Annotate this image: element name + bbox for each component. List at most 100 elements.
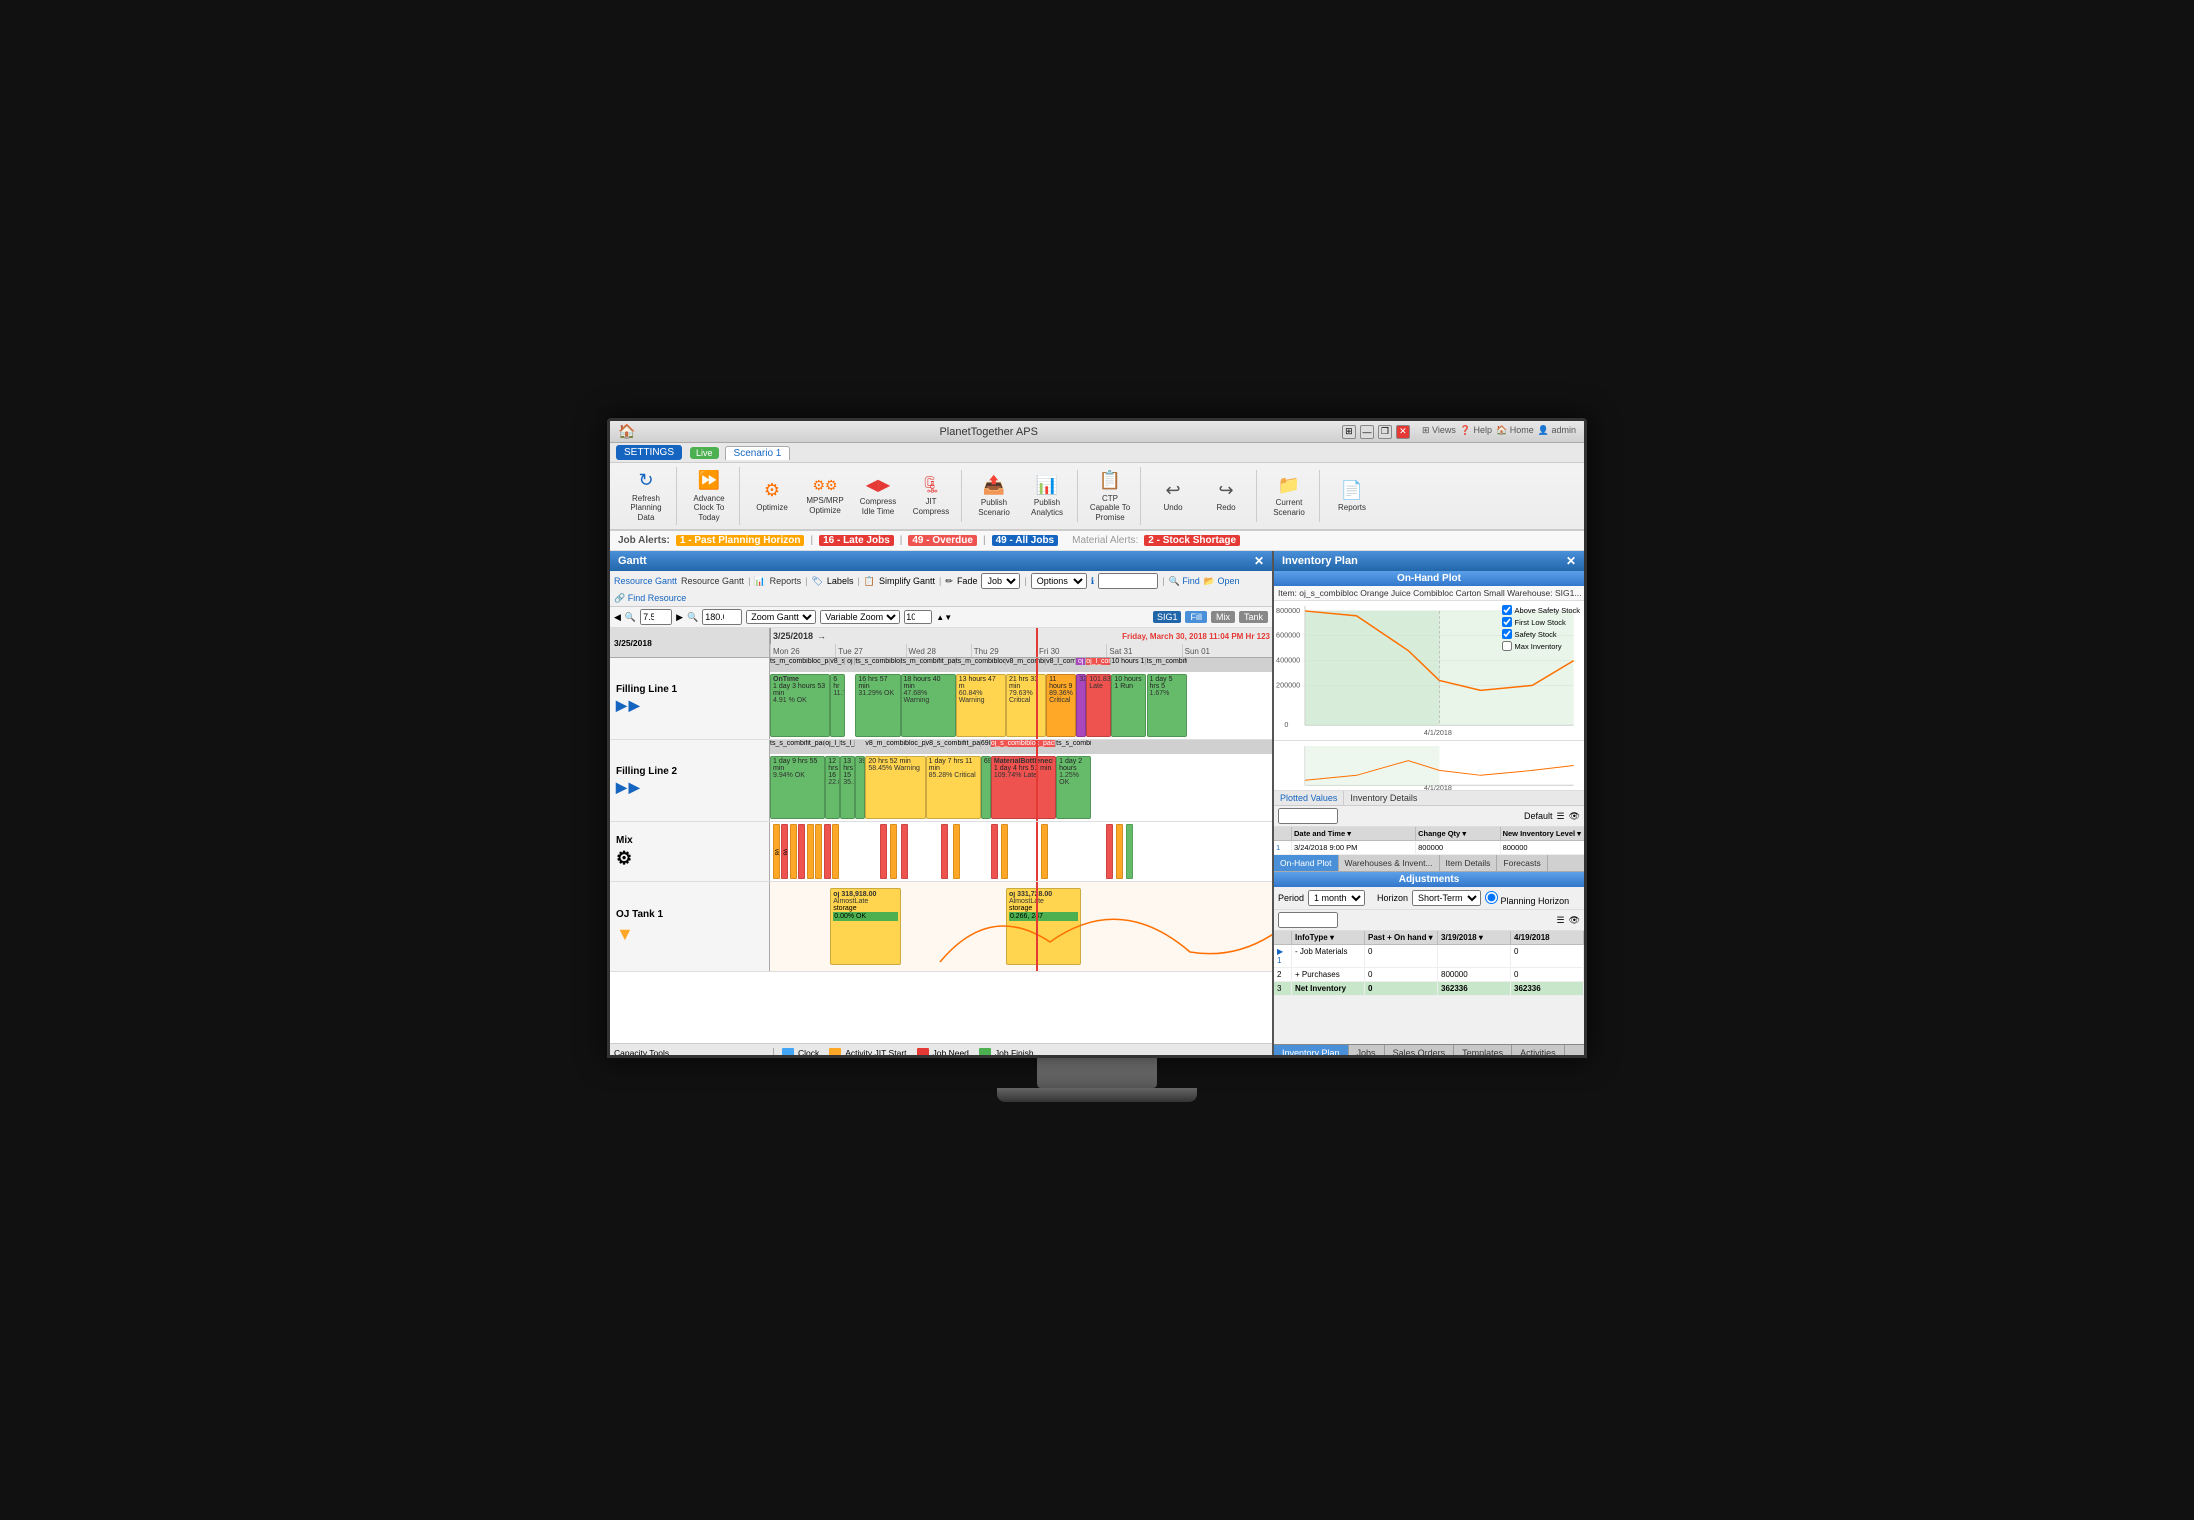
table-row[interactable]: 3 Net Inventory 0 362336 362336 — [1274, 982, 1584, 996]
above-safety-checkbox[interactable] — [1502, 605, 1512, 615]
onhand-grid-row[interactable]: 1 3/24/2018 9:00 PM 800000 800000 — [1274, 841, 1584, 855]
mps-mrp-button[interactable]: ⚙⚙ MPS/MRP Optimize — [799, 472, 851, 520]
capacity-tools-link[interactable]: Capacity Tools — [614, 1048, 774, 1058]
table-row[interactable]: 13 hours 47 m 60.84% Warning — [956, 674, 1006, 737]
table-row[interactable]: 6 hr 11.79 — [830, 674, 845, 737]
stock-shortage-badge[interactable]: 2 - Stock Shortage — [1144, 535, 1240, 546]
refresh-planning-button[interactable]: ↻ Refresh Planning Data — [620, 467, 672, 525]
adj-search-input[interactable] — [1278, 912, 1338, 928]
fill-filter-btn[interactable]: Fill — [1185, 611, 1207, 623]
tab-warehouses[interactable]: Warehouses & Invent... — [1339, 855, 1440, 871]
advance-clock-button[interactable]: ⏩ Advance Clock To Today — [683, 467, 735, 525]
table-row[interactable]: oj 318,918.00 AlmostLate storage 0.00% O… — [830, 888, 900, 965]
table-row[interactable]: OnTime 1 day 3 hours 53 min 4.91 % OK — [770, 674, 830, 737]
gantt-close-btn[interactable]: ✕ — [1254, 554, 1264, 568]
optimize-button[interactable]: ⚙ Optimize — [746, 472, 798, 520]
tab-forecasts[interactable]: Forecasts — [1497, 855, 1547, 871]
resource-gantt-label[interactable]: Resource Gantt — [614, 576, 677, 586]
inv-plan-close-btn[interactable]: ✕ — [1566, 554, 1576, 568]
list-item[interactable] — [815, 824, 822, 879]
table-row[interactable]: oj 331,728.00 AlmostLate storage 0.266, … — [1006, 888, 1081, 965]
list-item[interactable] — [790, 824, 797, 879]
list-item[interactable] — [991, 824, 998, 879]
scenario-tab[interactable]: Scenario 1 — [725, 446, 791, 460]
zoom-gantt-select[interactable]: Zoom Gantt — [746, 610, 816, 624]
redo-button[interactable]: ↪ Redo — [1200, 472, 1252, 520]
window-controls[interactable]: ⊞ — ❐ ✕ ⊞ Views ❓ Help 🏠 Home 👤 admin — [1342, 425, 1576, 439]
list-item[interactable] — [807, 824, 814, 879]
simplify-btn[interactable]: 📋 — [864, 576, 875, 587]
max-inv-checkbox[interactable] — [1502, 641, 1512, 651]
list-item[interactable] — [890, 824, 897, 879]
options-select[interactable]: Options — [1031, 573, 1087, 589]
horizon-select[interactable]: Short-Term — [1412, 890, 1481, 906]
plotted-values-tab[interactable]: Plotted Values — [1274, 791, 1344, 805]
overdue-badge[interactable]: 49 - Overdue — [908, 535, 977, 546]
window-maximize-btn[interactable]: ❐ — [1378, 425, 1392, 439]
undo-button[interactable]: ↩ Undo — [1147, 472, 1199, 520]
table-row[interactable]: 20 hrs 52 min 58.45% Warning — [865, 756, 925, 819]
zoom-arrows-up[interactable]: ▲▼ — [936, 613, 952, 622]
tab-item-details[interactable]: Item Details — [1440, 855, 1498, 871]
home-link[interactable]: 🏠 Home — [1496, 425, 1534, 439]
table-row[interactable]: ▶ 1 - Job Materials 0 0 — [1274, 945, 1584, 968]
tab-onhand-plot[interactable]: On-Hand Plot — [1274, 855, 1339, 871]
mix-filter-btn[interactable]: Mix — [1211, 611, 1235, 623]
views-link[interactable]: ⊞ Views — [1422, 425, 1456, 439]
list-item[interactable] — [953, 824, 960, 879]
past-horizon-badge[interactable]: 1 - Past Planning Horizon — [676, 535, 805, 546]
list-item[interactable] — [1106, 824, 1113, 879]
find-btn[interactable]: 🔍 Find — [1169, 576, 1200, 587]
grid-eye-btn[interactable]: 👁 — [1569, 811, 1580, 822]
current-scenario-button[interactable]: 📁 Current Scenario — [1263, 472, 1315, 521]
table-row[interactable]: 16 hrs 57 min 31.29% OK — [855, 674, 900, 737]
list-item[interactable] — [901, 824, 908, 879]
compress-idle-button[interactable]: ◀▶ Compress Idle Time — [852, 472, 904, 520]
tab-templates[interactable]: Templates — [1454, 1045, 1512, 1058]
list-item[interactable]: v8 — [781, 824, 788, 879]
first-low-checkbox[interactable] — [1502, 617, 1512, 627]
open-btn[interactable]: 📂 Open — [1204, 576, 1240, 587]
tab-inventory-plan[interactable]: Inventory Plan — [1274, 1045, 1349, 1058]
grid-view-btn[interactable]: ☰ — [1556, 811, 1564, 822]
find-resource-btn[interactable]: 🔗 Find Resource — [614, 593, 686, 604]
table-row[interactable]: 1 day 2 hours 1.25% OK — [1056, 756, 1091, 819]
table-row[interactable]: 39 — [855, 756, 865, 819]
job-filter-select[interactable]: Job — [981, 573, 1020, 589]
labels-btn[interactable]: 🏷 — [811, 576, 822, 587]
list-item[interactable] — [941, 824, 948, 879]
table-row[interactable]: 101.83% Late — [1086, 674, 1111, 737]
table-row[interactable]: 11 hours 9 89.36% Critical — [1046, 674, 1076, 737]
list-item[interactable] — [880, 824, 887, 879]
tab-activities[interactable]: Activities — [1512, 1045, 1565, 1058]
list-item[interactable] — [1126, 824, 1133, 879]
settings-button[interactable]: SETTINGS — [616, 445, 682, 460]
table-row[interactable]: MaterialBottleneck 1 day 4 hrs 51 min 10… — [991, 756, 1056, 819]
adj-grid-btn[interactable]: ☰ — [1556, 915, 1564, 926]
window-close-btn[interactable]: ✕ — [1396, 425, 1410, 439]
list-item[interactable]: v8 — [773, 824, 780, 879]
zoom-right-arrow[interactable]: ▶ — [676, 612, 683, 623]
zoom-value-input[interactable] — [640, 609, 672, 625]
list-item[interactable] — [832, 824, 839, 879]
list-item[interactable] — [824, 824, 831, 879]
table-row[interactable]: 1 day 7 hrs 11 min 85.28% Critical — [926, 756, 981, 819]
table-row[interactable]: 21 hrs 33 min 79.63% Critical — [1006, 674, 1046, 737]
table-row[interactable]: 10 hours 1 Run — [1111, 674, 1146, 737]
publish-scenario-button[interactable]: 📤 Publish Scenario — [968, 472, 1020, 521]
tab-sales-orders[interactable]: Sales Orders — [1385, 1045, 1455, 1058]
help-link[interactable]: ❓ Help — [1460, 425, 1492, 439]
table-row[interactable]: 2 + Purchases 0 800000 0 — [1274, 968, 1584, 982]
list-item[interactable] — [798, 824, 805, 879]
ctp-button[interactable]: 📋 CTP Capable To Promise — [1084, 467, 1136, 525]
reports-button[interactable]: 📄 Reports — [1326, 472, 1378, 520]
grid-search-input[interactable] — [1278, 808, 1338, 824]
zoom-left-arrow[interactable]: ◀ — [614, 612, 621, 623]
publish-analytics-button[interactable]: 📊 Publish Analytics — [1021, 472, 1073, 521]
all-jobs-badge[interactable]: 49 - All Jobs — [992, 535, 1059, 546]
table-row[interactable]: 18 hours 40 min 47.68% Warning — [901, 674, 956, 737]
list-item[interactable] — [1116, 824, 1123, 879]
admin-link[interactable]: 👤 admin — [1538, 425, 1576, 439]
variable-zoom-select[interactable]: Variable Zoom — [820, 610, 900, 624]
search-input[interactable] — [1098, 573, 1158, 589]
